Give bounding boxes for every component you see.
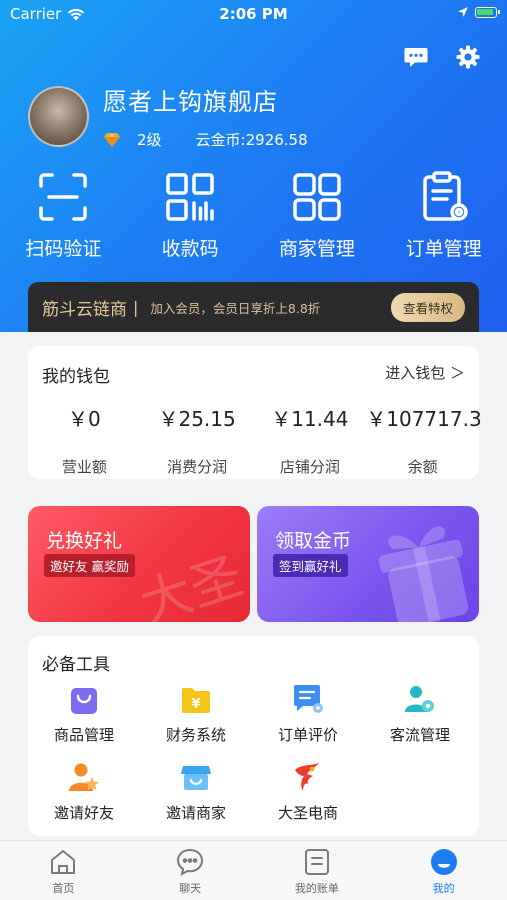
tool-label: 邀请商家 (165, 804, 226, 822)
wallet-value: ￥25.15 (158, 407, 236, 431)
wallet-label: 店铺分润 (279, 458, 340, 476)
tool-label: 大圣电商 (277, 804, 338, 822)
scan-icon (39, 173, 88, 221)
home-icon (51, 850, 76, 874)
clock: 2:06 PM (219, 5, 288, 23)
status-bar: Carrier 2:06 PM (0, 0, 507, 28)
tool-invite-merchants[interactable]: 邀请商家 (140, 760, 252, 823)
wallet-value: ￥11.44 (271, 407, 349, 431)
quick-action-label: 扫码验证 (25, 238, 102, 260)
tool-product-management[interactable]: 商品管理 (28, 682, 140, 745)
tab-label: 我的 (432, 882, 455, 895)
tool-dasheng-ecommerce[interactable]: 大圣电商 (252, 760, 364, 823)
tab-label: 我的账单 (294, 882, 339, 895)
qr-code-icon (166, 173, 214, 221)
vip-separator: | (133, 297, 139, 317)
shopping-bag-icon (71, 688, 97, 714)
invite-merchant-icon (181, 766, 211, 790)
tool-label: 订单评价 (277, 726, 338, 744)
svg-text:大圣: 大圣 (133, 546, 250, 622)
wallet-stat-balance[interactable]: ￥107717.3 余额 (366, 403, 482, 477)
tool-invite-friends[interactable]: 邀请好友 (28, 760, 140, 823)
customer-flow-icon (405, 686, 434, 712)
banner-title: 领取金币 (275, 530, 352, 552)
view-privileges-button[interactable]: 查看特权 (390, 292, 465, 322)
finance-folder-icon: ¥ (182, 688, 210, 713)
quick-action-label: 订单管理 (405, 238, 482, 260)
tool-label: 客流管理 (389, 726, 450, 744)
tool-label: 商品管理 (53, 726, 114, 744)
diamond-level-icon (104, 132, 120, 147)
wallet-label: 消费分润 (167, 458, 228, 476)
wallet-stat-store-share[interactable]: ￥11.44 店铺分润 (254, 403, 367, 477)
claim-coins-banner[interactable]: 领取金币 签到赢好礼 (257, 506, 479, 622)
wallet-label: 余额 (407, 458, 438, 476)
quick-action-label: 收款码 (161, 238, 219, 260)
wallet-value: ￥0 (68, 407, 101, 431)
avatar[interactable] (28, 85, 89, 147)
grid-icon (293, 173, 341, 221)
vip-membership-bar: 筋斗云链商 | 加入会员，会员日享折上8.8折 查看特权 (28, 282, 479, 332)
review-icon (294, 685, 323, 713)
dasheng-logo-icon (295, 763, 319, 791)
profile-icon (430, 849, 457, 875)
wallet-title: 我的钱包 (42, 367, 110, 387)
invite-friend-icon (69, 763, 99, 791)
vip-description: 加入会员，会员日享折上8.8折 (150, 300, 321, 316)
chat-icon (177, 848, 204, 876)
wallet-value: ￥107717.3 (366, 407, 482, 431)
quick-action-scan-verify[interactable]: 扫码验证 (0, 170, 127, 261)
tool-label: 邀请好友 (53, 804, 114, 822)
banner-tag: 邀好友 赢奖励 (44, 554, 135, 577)
tab-home[interactable]: 首页 (0, 841, 127, 900)
wallet-stat-consumption-share[interactable]: ￥25.15 消费分润 (141, 403, 254, 477)
quick-action-payment-code[interactable]: 收款码 (127, 170, 254, 261)
tool-label: 财务系统 (165, 726, 226, 744)
vip-brand: 筋斗云链商 (42, 299, 127, 320)
quick-action-label: 商家管理 (278, 238, 355, 260)
coin-balance: 云金币:2926.58 (195, 131, 308, 149)
tab-my-bills[interactable]: 我的账单 (254, 841, 381, 900)
shop-name: 愿者上钩旗舰店 (103, 88, 278, 116)
tool-finance-system[interactable]: ¥ 财务系统 (140, 682, 252, 745)
level-label: 2级 (137, 131, 162, 149)
tab-label: 聊天 (179, 882, 202, 895)
bottom-tab-bar: 首页 聊天 我的账单 我的 (0, 840, 507, 900)
essential-tools-card: 必备工具 商品管理 ¥ 财务系统 订单评价 客流管理 邀请好友 邀请商家 大圣电… (28, 636, 479, 836)
bill-icon (304, 849, 329, 875)
wallet-label: 营业额 (61, 458, 107, 476)
tab-mine[interactable]: 我的 (380, 841, 507, 900)
location-arrow-icon (458, 7, 468, 17)
tab-chat[interactable]: 聊天 (127, 841, 254, 900)
banner-tag: 签到赢好礼 (273, 554, 348, 577)
svg-text:¥: ¥ (191, 697, 200, 712)
quick-action-merchant-management[interactable]: 商家管理 (254, 170, 381, 261)
tool-order-review[interactable]: 订单评价 (252, 682, 364, 745)
battery-icon (475, 6, 500, 18)
tools-title: 必备工具 (42, 655, 110, 675)
tool-customer-flow[interactable]: 客流管理 (364, 682, 476, 745)
message-icon[interactable] (403, 44, 429, 70)
settings-gear-icon[interactable] (455, 44, 481, 70)
wallet-card: 我的钱包 进入钱包 ＞ ￥0 营业额 ￥25.15 消费分润 ￥11.44 店铺… (28, 346, 482, 479)
banner-title: 兑换好礼 (46, 530, 123, 552)
dasheng-watermark: 大圣 (133, 546, 250, 622)
quick-action-order-management[interactable]: 订单管理 (380, 170, 507, 261)
wallet-stat-revenue[interactable]: ￥0 营业额 (28, 403, 141, 477)
tab-label: 首页 (52, 882, 75, 895)
redeem-gifts-banner[interactable]: 大圣 兑换好礼 邀好友 赢奖励 (28, 506, 250, 622)
profile-section: 愿者上钩旗舰店 2级 云金币:2926.58 (28, 82, 308, 150)
gift-box-icon (378, 526, 469, 622)
clipboard-icon (422, 171, 468, 221)
enter-wallet-link[interactable]: 进入钱包 ＞ (385, 362, 465, 387)
